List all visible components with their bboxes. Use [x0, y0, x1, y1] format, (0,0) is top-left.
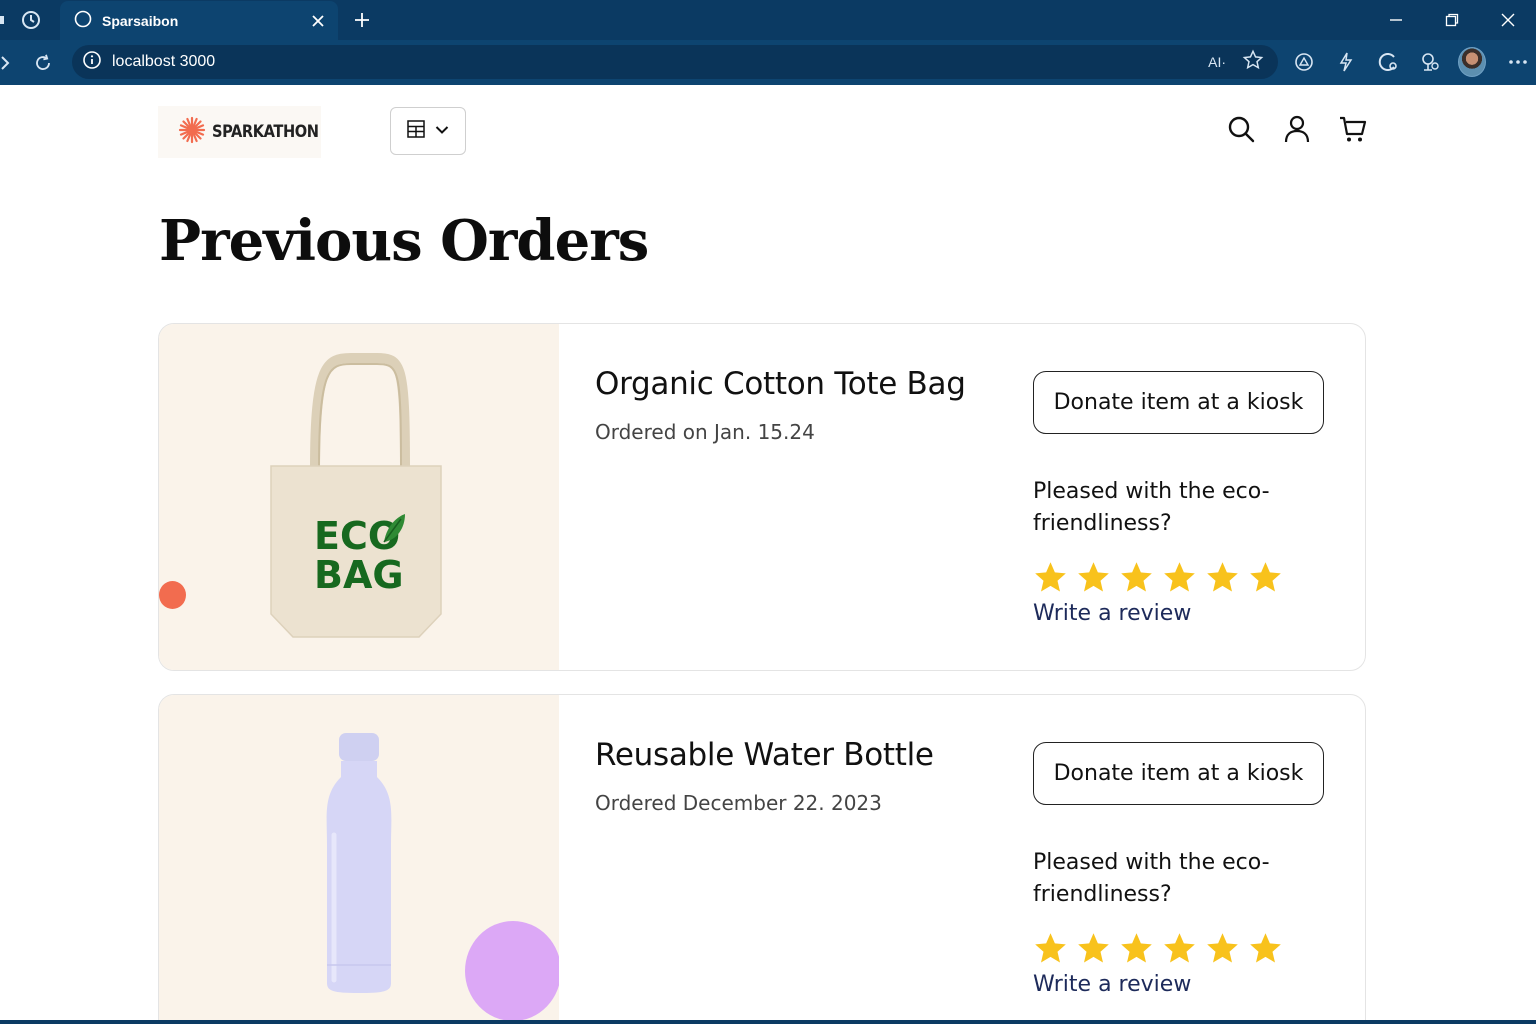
browser-essentials-icon[interactable] [1290, 48, 1318, 76]
order-card: Reusable Water Bottle Ordered December 2… [158, 694, 1366, 1024]
star-icon[interactable] [1205, 931, 1240, 966]
copilot-icon[interactable] [1374, 48, 1402, 76]
profile-avatar[interactable] [1458, 47, 1486, 77]
new-tab-button[interactable] [348, 6, 376, 34]
order-info: Reusable Water Bottle Ordered December 2… [595, 737, 934, 815]
restore-icon[interactable] [1424, 0, 1480, 40]
browser-address-bar: localbost 3000 AΙ· [0, 40, 1536, 85]
cart-icon[interactable] [1338, 114, 1368, 144]
minimize-icon[interactable] [1368, 0, 1424, 40]
order-date: Ordered December 22. 2023 [595, 791, 882, 815]
star-icon[interactable] [1076, 931, 1111, 966]
order-card: ECO BAG Organic Cotton Tote Bag Ordered … [158, 323, 1366, 671]
star-rating[interactable] [1033, 560, 1333, 595]
star-icon[interactable] [1033, 560, 1068, 595]
star-icon[interactable] [1162, 931, 1197, 966]
write-review-link[interactable]: Write a review [1033, 601, 1333, 626]
window-bottom-edge [0, 1020, 1536, 1024]
order-info: Organic Cotton Tote Bag Ordered on Jan. … [595, 366, 966, 444]
close-window-icon[interactable] [1480, 0, 1536, 40]
star-icon[interactable] [1248, 931, 1283, 966]
product-image-panel: ECO BAG [159, 324, 559, 670]
favorite-star-icon[interactable] [1242, 49, 1264, 76]
read-aloud-label[interactable]: AΙ· [1208, 54, 1226, 70]
star-icon[interactable] [1119, 931, 1154, 966]
star-icon[interactable] [1205, 560, 1240, 595]
browser-tab-bar: Sparsaibon [0, 0, 1536, 41]
more-options-icon[interactable] [1504, 48, 1532, 76]
omnibox-actions: AΙ· [1208, 45, 1264, 79]
star-icon[interactable] [1248, 560, 1283, 595]
sunburst-logo-icon [178, 116, 206, 149]
url-text: localbost 3000 [112, 53, 216, 70]
browser-toolbar [1290, 45, 1532, 79]
donate-kiosk-button[interactable]: Donate item at a kiosk [1033, 371, 1324, 434]
close-tab-icon[interactable] [304, 7, 332, 35]
star-icon[interactable] [1033, 931, 1068, 966]
eco-rating-prompt: Pleased with the eco-friendliness? [1033, 479, 1270, 536]
tab-title: Sparsaibon [102, 13, 179, 29]
performance-icon[interactable] [1332, 48, 1360, 76]
donate-kiosk-button[interactable]: Donate item at a kiosk [1033, 742, 1324, 805]
grid-icon [407, 119, 425, 143]
tote-bag-image: ECO BAG [270, 353, 442, 638]
url-field[interactable]: localbost 3000 AΙ· [72, 45, 1278, 79]
write-review-link[interactable]: Write a review [1033, 972, 1333, 997]
order-date: Ordered on Jan. 15.24 [595, 420, 815, 444]
window-controls [1368, 0, 1536, 40]
chevron-down-icon [435, 122, 449, 140]
star-rating[interactable] [1033, 931, 1333, 966]
logo-text: SPARKATHON [212, 122, 319, 142]
search-icon[interactable] [1226, 114, 1256, 144]
eco-text-line2: BAG [314, 553, 404, 597]
star-icon[interactable] [1076, 560, 1111, 595]
site-info-icon[interactable] [82, 50, 102, 75]
site-logo[interactable]: SPARKATHON [158, 106, 321, 158]
eco-rating-prompt: Pleased with the eco-friendliness? [1033, 850, 1270, 907]
star-icon[interactable] [1162, 560, 1197, 595]
order-actions: Donate item at a kiosk Pleased with the … [1033, 742, 1333, 997]
tab-strip-left [0, 8, 42, 32]
page-title: Previous Orders [159, 208, 649, 274]
decorative-circle [465, 921, 559, 1021]
categories-menu-button[interactable] [390, 107, 466, 155]
decorative-dot [159, 581, 186, 609]
star-icon[interactable] [1119, 560, 1154, 595]
forward-icon[interactable] [0, 48, 20, 78]
extensions-icon[interactable] [1416, 48, 1444, 76]
reload-icon[interactable] [28, 48, 58, 78]
history-icon[interactable] [20, 9, 42, 31]
page-globe-icon [74, 10, 92, 33]
order-actions: Donate item at a kiosk Pleased with the … [1033, 371, 1333, 626]
item-name[interactable]: Reusable Water Bottle [595, 737, 934, 773]
collections-icon[interactable] [0, 10, 10, 30]
account-icon[interactable] [1282, 114, 1312, 144]
item-name[interactable]: Organic Cotton Tote Bag [595, 366, 966, 402]
header-actions [1226, 114, 1368, 144]
product-image-panel [159, 695, 559, 1024]
active-tab[interactable]: Sparsaibon [60, 1, 338, 41]
